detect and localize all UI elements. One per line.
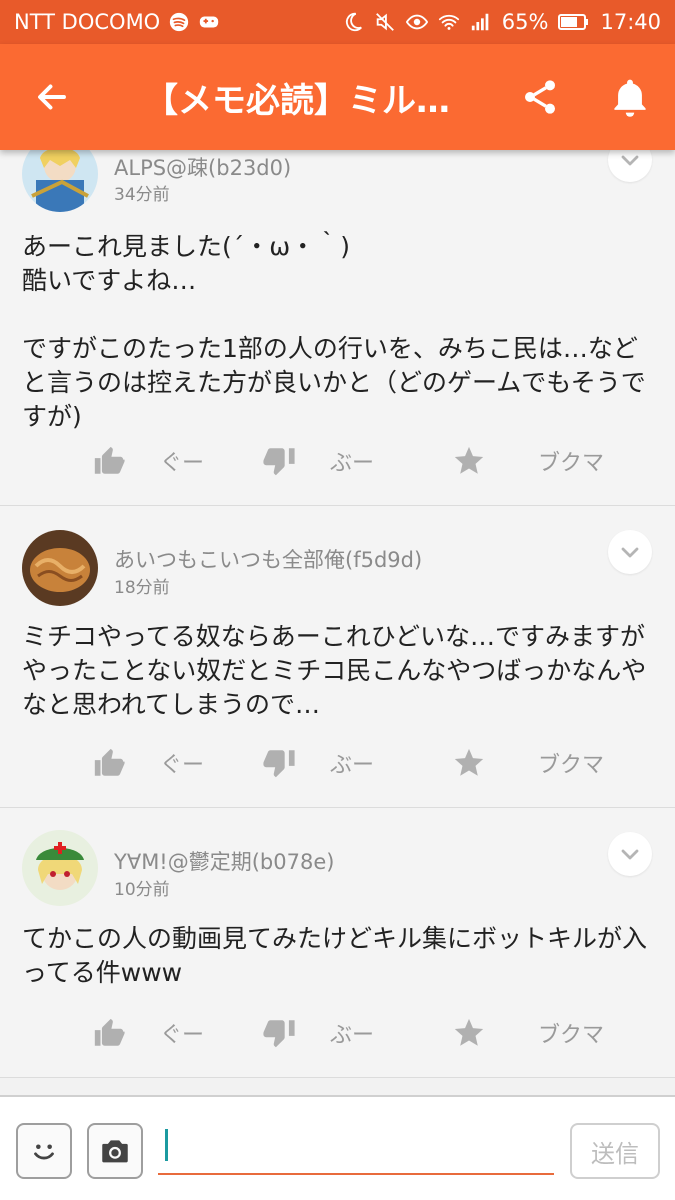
battery-icon — [558, 11, 590, 33]
comment-body: ミチコやってる奴ならあーこれひどいな…ですみますがやったことない奴だとミチコ民こ… — [22, 622, 647, 719]
good-label: ぐー — [160, 1023, 205, 1048]
avatar[interactable] — [22, 150, 98, 212]
good-label: ぐー — [160, 753, 205, 778]
mute-icon — [374, 11, 396, 33]
thumbs-down-icon — [263, 1020, 295, 1048]
emoji-button[interactable] — [16, 1123, 72, 1179]
bookmark-label: ブクマ — [538, 753, 605, 778]
username[interactable]: Y∀M!@鬱定期(b078e) — [114, 846, 334, 876]
share-icon — [525, 80, 555, 114]
camera-icon — [102, 1140, 128, 1163]
signal-icon — [470, 11, 492, 33]
star-icon — [454, 446, 484, 474]
game-icon — [198, 11, 220, 33]
thumbs-up-icon — [94, 748, 125, 776]
eye-icon — [405, 11, 428, 33]
app-bar: 【メモ必読】ミル… — [0, 44, 675, 150]
share-button[interactable] — [512, 74, 568, 120]
text-cursor — [165, 1129, 168, 1161]
star-icon — [454, 1018, 484, 1046]
back-button[interactable] — [0, 44, 104, 150]
comment-actions: ぐー ぶー ブクマ — [0, 444, 675, 494]
thumbs-down-icon — [263, 750, 295, 778]
comment-item: ALPS@疎(b23d0) 34分前 あーこれ見ました(´・ω・｀) 酷いですよ… — [0, 150, 675, 506]
bookmark-button[interactable]: ブクマ — [452, 1016, 604, 1050]
comment-feed[interactable]: ALPS@疎(b23d0) 34分前 あーこれ見ました(´・ω・｀) 酷いですよ… — [0, 150, 675, 1095]
username[interactable]: あいつもこいつも全部俺(f5d9d) — [114, 544, 422, 574]
notification-button[interactable] — [602, 74, 658, 120]
moon-icon — [342, 11, 364, 33]
good-label: ぐー — [160, 451, 205, 476]
thumbs-up-icon — [94, 446, 125, 474]
comment-actions: ぐー ぶー ブクマ — [0, 1016, 675, 1066]
comment-actions: ぐー ぶー ブクマ — [0, 746, 675, 796]
comment-menu-button[interactable] — [608, 832, 652, 876]
comment-menu-button[interactable] — [608, 530, 652, 574]
carrier-label: NTT DOCOMO — [14, 10, 161, 34]
bad-label: ぶー — [330, 1023, 375, 1048]
chevron-down-icon — [621, 849, 639, 860]
thumbs-up-icon — [94, 1018, 125, 1046]
good-button[interactable]: ぐー — [92, 746, 204, 780]
camera-button[interactable] — [87, 1123, 143, 1179]
comment-body: てかこの人の動画見てみたけどキル集にボットキルが入ってる件www — [22, 924, 648, 987]
timestamp: 34分前 — [114, 185, 170, 205]
username[interactable]: ALPS@疎(b23d0) — [114, 152, 291, 182]
comment-item: Y∀M!@鬱定期(b078e) 10分前 てかこの人の動画見てみたけどキル集にボ… — [0, 808, 675, 1078]
bookmark-label: ブクマ — [538, 451, 605, 476]
avatar[interactable] — [22, 530, 98, 606]
timestamp: 10分前 — [114, 880, 170, 900]
bad-label: ぶー — [330, 451, 375, 476]
timestamp: 18分前 — [114, 578, 170, 598]
clock: 17:40 — [600, 10, 661, 34]
bookmark-button[interactable]: ブクマ — [452, 444, 604, 478]
avatar[interactable] — [22, 830, 98, 906]
chevron-down-icon — [621, 547, 639, 558]
wifi-icon — [438, 11, 460, 33]
good-button[interactable]: ぐー — [92, 444, 204, 478]
bad-button[interactable]: ぶー — [262, 1016, 374, 1050]
comment-composer: 送信 — [0, 1095, 675, 1200]
bookmark-button[interactable]: ブクマ — [452, 746, 604, 780]
comment-input[interactable] — [158, 1117, 554, 1175]
good-button[interactable]: ぐー — [92, 1016, 204, 1050]
comment-menu-button[interactable] — [608, 150, 652, 182]
bookmark-label: ブクマ — [538, 1023, 605, 1048]
bad-button[interactable]: ぶー — [262, 746, 374, 780]
bad-label: ぶー — [330, 753, 375, 778]
bad-button[interactable]: ぶー — [262, 444, 374, 478]
chevron-down-icon — [621, 155, 639, 166]
back-arrow-icon — [38, 84, 66, 110]
bell-icon — [614, 79, 646, 117]
thumbs-down-icon — [263, 448, 295, 476]
spotify-icon — [168, 11, 190, 33]
status-bar: NTT DOCOMO 65% 17:40 — [0, 0, 675, 44]
page-title: 【メモ必読】ミル… — [144, 80, 450, 121]
star-icon — [454, 748, 484, 776]
comment-body: あーこれ見ました(´・ω・｀) 酷いですよね… ですがこのたった1部の人の行いを… — [22, 232, 646, 431]
comment-item: あいつもこいつも全部俺(f5d9d) 18分前 ミチコやってる奴ならあーこれひど… — [0, 506, 675, 808]
smiley-icon — [34, 1144, 54, 1160]
send-button[interactable]: 送信 — [570, 1123, 660, 1179]
battery-percent: 65% — [501, 10, 549, 34]
